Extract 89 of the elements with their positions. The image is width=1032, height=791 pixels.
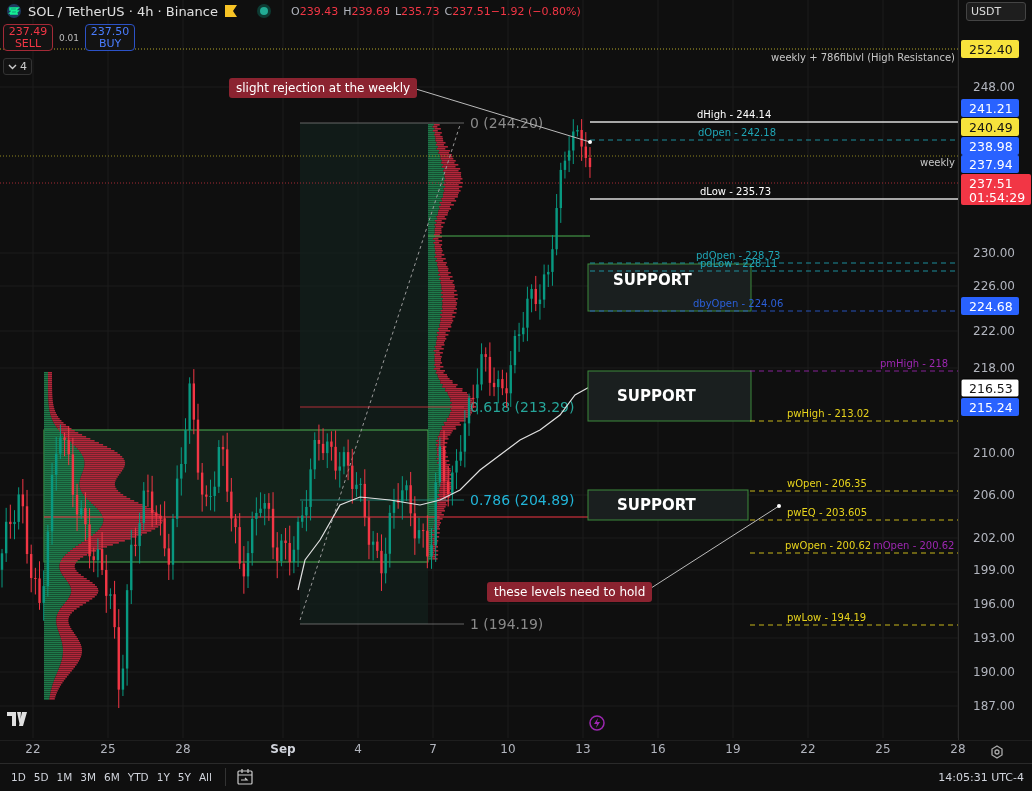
line-label: weekly + 786fiblvl (High Resistance) [771,52,955,63]
countdown-text: 01:54:29 [969,190,1026,205]
price-tick: 187.00 [973,699,1015,713]
price-tag-value: 216.53 [969,381,1013,396]
time-tick: 13 [575,742,591,756]
time-tick: 19 [725,742,741,756]
range-button[interactable]: 5D [30,769,52,786]
time-tick: 16 [650,742,666,756]
range-button[interactable]: 1M [53,769,76,786]
price-tag-value: 240.49 [969,120,1013,135]
time-tick: 25 [875,742,891,756]
price-tag-value: 215.24 [969,400,1013,415]
price-tick: 218.00 [973,361,1015,375]
support-label: SUPPORT [613,270,692,289]
support-label: SUPPORT [617,387,696,405]
range-button[interactable]: 3M [77,769,100,786]
ohlc-value: 239.69 [351,4,390,18]
price-tag-value: 224.68 [969,299,1013,314]
annotation-note: slight rejection at the weekly [229,78,418,98]
range-button[interactable]: 5Y [174,769,194,786]
price-tick: 199.00 [973,563,1015,577]
ohlc-key: C [444,4,453,18]
time-tick: 28 [175,742,191,756]
level-label: dOpen - 242.18 [698,127,776,138]
level-label: wOpen - 206.35 [787,478,867,489]
time-tick: 7 [429,742,437,756]
flag-icon[interactable] [224,4,238,18]
ohlc-key: H [343,4,352,18]
price-tag-value: 237.51 [969,176,1013,191]
price-tag-value: 252.40 [969,42,1013,57]
price-tick: 202.00 [973,531,1015,545]
price-tag-value: 237.94 [969,157,1013,172]
level-label: pwOpen - 200.62 [785,540,872,551]
time-tick: 25 [100,742,116,756]
level-label: pmHigh - 218 [880,358,949,369]
clock-text: 14:05:31 UTC-4 [938,770,1024,784]
status-icon [256,3,272,19]
ohlc-key: L [394,4,402,18]
line-label: weekly [920,157,955,168]
annotation-note: these levels need to hold [487,582,653,602]
spread-value: 0.01 [59,32,80,43]
currency-dropdown[interactable]: USDT [966,2,1026,21]
range-button[interactable]: YTD [124,769,152,786]
level-label: pwHigh - 213.02 [787,408,870,419]
fib-label: 1 (194.19) [470,616,544,632]
calendar-icon[interactable] [235,768,254,787]
indicators-toggle[interactable]: 4 [3,58,32,75]
time-tick: 4 [354,742,362,756]
range-button[interactable]: 1D [8,769,29,786]
price-tick: 206.00 [973,488,1015,502]
lightning-icon[interactable] [589,715,605,731]
level-label: pdLow - 228.11 [700,258,778,269]
time-tick: 22 [25,742,41,756]
range-button[interactable]: 1Y [153,769,173,786]
level-label: pwLow - 194.19 [787,612,867,623]
ohlc-value: 235.73 [401,4,440,18]
coin-icon [6,3,22,19]
price-tick: 222.00 [973,324,1015,338]
ohlc-key: O [291,4,300,18]
price-change: −1.92 (−0.80%) [490,4,581,18]
time-tick: Sep [270,742,296,756]
fib-label: 0.786 (204.89) [470,492,575,508]
support-label: SUPPORT [617,496,696,514]
level-label: dHigh - 244.14 [697,109,772,120]
price-tick: 196.00 [973,597,1015,611]
symbol-title[interactable]: SOL / TetherUS · 4h · Binance [28,3,218,19]
sell-button[interactable]: 237.49 SELL [3,24,53,51]
price-tick: 230.00 [973,246,1015,260]
level-label: dLow - 235.73 [700,186,771,197]
price-tick: 226.00 [973,279,1015,293]
range-button[interactable]: All [195,769,215,786]
ohlc-value: 239.43 [299,4,339,18]
price-tick: 210.00 [973,446,1015,460]
buy-button[interactable]: 237.50 BUY [85,24,136,51]
level-label: mOpen - 200.62 [873,540,955,551]
price-tick: 193.00 [973,631,1015,645]
price-tick: 248.00 [973,80,1015,94]
price-tick: 190.00 [973,665,1015,679]
time-tick: 28 [950,742,966,756]
level-label: dbyOpen - 224.06 [693,298,784,309]
price-tag-value: 241.21 [969,101,1013,116]
chevron-down-icon [8,63,17,70]
time-tick: 22 [800,742,816,756]
price-tag-value: 238.98 [969,139,1013,154]
settings-icon[interactable] [990,745,1004,759]
level-label: pwEQ - 203.605 [787,507,868,518]
ohlc-value: 237.51 [452,4,491,18]
time-tick: 10 [500,742,516,756]
range-button[interactable]: 6M [101,769,123,786]
